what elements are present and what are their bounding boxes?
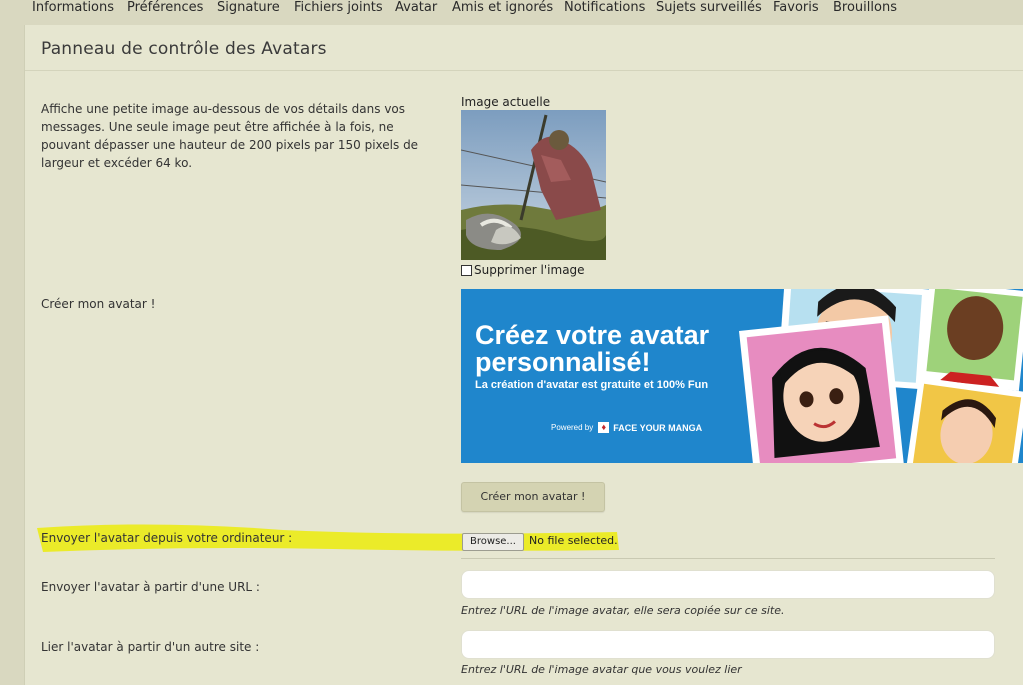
tab-preferences[interactable]: Préférences: [127, 0, 203, 15]
current-avatar-image: [461, 110, 606, 260]
tab-fichiers-joints[interactable]: Fichiers joints: [294, 0, 383, 15]
face-your-manga-banner[interactable]: Créez votre avatar personnalisé! La créa…: [461, 289, 1023, 463]
tab-avatar[interactable]: Avatar: [395, 0, 437, 15]
tab-notifications[interactable]: Notifications: [564, 0, 645, 15]
row-divider: [461, 558, 995, 559]
upload-from-url-label: Envoyer l'avatar à partir d'une URL :: [41, 580, 260, 594]
tab-informations[interactable]: Informations: [32, 0, 114, 15]
brand-logo-icon: ♦: [598, 422, 610, 433]
browse-button[interactable]: Browse...: [462, 533, 524, 551]
no-file-status: No file selected.: [529, 534, 618, 547]
banner-headline-2: personnalisé!: [475, 347, 651, 377]
banner-powered-by: Powered by ♦ FACE YOUR MANGA: [551, 422, 702, 433]
tab-signature[interactable]: Signature: [217, 0, 280, 15]
page-title: Panneau de contrôle des Avatars: [41, 39, 327, 59]
create-avatar-button[interactable]: Créer mon avatar !: [461, 482, 605, 512]
powered-by-text: Powered by: [551, 423, 594, 432]
delete-image-label: Supprimer l'image: [474, 263, 585, 277]
tab-brouillons[interactable]: Brouillons: [833, 0, 897, 15]
avatar-description: Affiche une petite image au-dessous de v…: [41, 102, 419, 170]
avatar-url-hint: Entrez l'URL de l'image avatar, elle ser…: [461, 604, 785, 617]
banner-subline: La création d'avatar est gratuite et 100…: [475, 379, 709, 391]
current-image-label: Image actuelle: [461, 95, 551, 109]
upload-from-computer-label: Envoyer l'avatar depuis votre ordinateur…: [41, 531, 293, 545]
delete-image-row: Supprimer l'image: [461, 263, 585, 277]
title-divider: [25, 70, 1023, 71]
tab-favoris[interactable]: Favoris: [773, 0, 819, 15]
avatar-url-input[interactable]: [461, 570, 995, 599]
create-avatar-label: Créer mon avatar !: [41, 297, 156, 311]
delete-image-checkbox[interactable]: [461, 264, 472, 276]
tab-sujets-surveilles[interactable]: Sujets surveillés: [656, 0, 762, 15]
link-avatar-label: Lier l'avatar à partir d'un autre site :: [41, 640, 260, 654]
avatar-link-input[interactable]: [461, 630, 995, 659]
avatar-link-hint: Entrez l'URL de l'image avatar que vous …: [461, 663, 742, 676]
avatar-panel: Panneau de contrôle des Avatars Affiche …: [24, 25, 1023, 685]
brand-name: FACE YOUR MANGA: [613, 422, 703, 433]
banner-headline-1: Créez votre avatar: [475, 320, 710, 350]
tab-amis-et-ignores[interactable]: Amis et ignorés: [452, 0, 553, 15]
profile-tabs: Informations Préférences Signature Fichi…: [0, 0, 1023, 20]
